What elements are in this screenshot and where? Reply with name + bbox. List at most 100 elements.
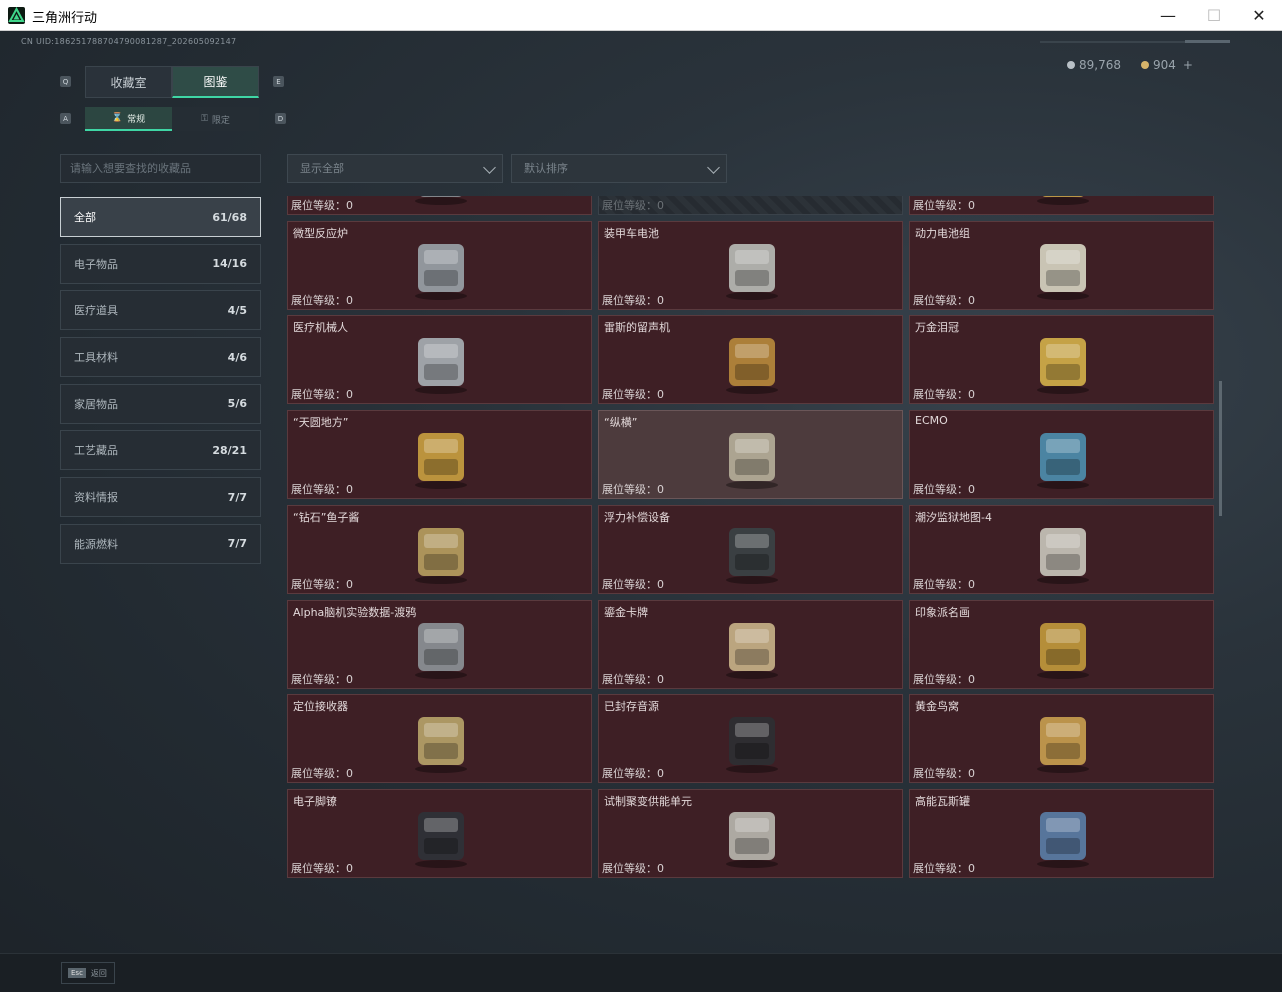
item-thumbnail-icon <box>726 243 778 300</box>
collection-card[interactable]: 黄金鸟窝 展位等级：0 <box>909 694 1214 784</box>
card-level-value: 0 <box>968 767 975 781</box>
card-level: 展位等级：0 <box>291 671 353 687</box>
collection-grid: 展位等级：0 展位等级：0 展位等级：0 微型反应炉 展位等级：0 装甲车电池 展位等级：0… <box>287 196 1214 925</box>
subtab-limited[interactable]: ⚿ 限定 <box>172 107 259 131</box>
category-label: 工具材料 <box>74 351 118 365</box>
collection-card[interactable]: 潮汐监狱地图-4 展位等级：0 <box>909 504 1214 594</box>
card-level-value: 0 <box>346 388 353 402</box>
card-name: 鎏金卡牌 <box>604 605 648 619</box>
collection-card[interactable]: 展位等级：0 <box>287 196 592 215</box>
category-count: 14/16 <box>212 257 247 271</box>
collection-card[interactable]: “天圆地方” 展位等级：0 <box>287 410 592 500</box>
collection-card[interactable]: 医疗机械人 展位等级：0 <box>287 315 592 405</box>
filter-dropdown[interactable]: 显示全部 <box>287 154 503 183</box>
card-name: ECMO <box>915 414 948 428</box>
subtab-regular[interactable]: ⌛ 常规 <box>85 107 172 131</box>
scrollbar-thumb[interactable] <box>1219 381 1222 516</box>
card-level-label: 展位等级： <box>913 861 968 875</box>
silver-coin-icon <box>1067 61 1075 69</box>
collection-card[interactable]: 微型反应炉 展位等级：0 <box>287 220 592 310</box>
card-name: 雷斯的留声机 <box>604 321 670 335</box>
card-level-label: 展位等级： <box>291 388 346 402</box>
sort-dropdown[interactable]: 默认排序 <box>511 154 727 183</box>
collection-card[interactable]: 鎏金卡牌展位等级：0 <box>598 599 903 689</box>
sort-dropdown-value: 默认排序 <box>524 162 568 175</box>
card-level: 展位等级：0 <box>913 860 975 876</box>
add-currency-button[interactable]: + <box>1183 58 1193 72</box>
gold-coin-icon <box>1141 61 1149 69</box>
collection-card[interactable]: 万金泪冠 展位等级：0 <box>909 315 1214 405</box>
card-level-value: 0 <box>346 199 353 212</box>
game-screen: CN UID:186251788704790081287_20260509214… <box>0 31 1282 992</box>
category-item[interactable]: 电子物品 14/16 <box>60 243 261 284</box>
back-label: 返回 <box>90 968 107 978</box>
collection-card[interactable]: 印象派名画 展位等级：0 <box>909 599 1214 689</box>
card-level: 展位等级：0 <box>291 860 353 876</box>
back-button[interactable]: Esc 返回 <box>61 962 115 984</box>
category-item[interactable]: 能源燃料 7/7 <box>60 523 261 564</box>
collection-card[interactable]: “钻石”鱼子酱 展位等级：0 <box>287 504 592 594</box>
collection-card[interactable]: “纵横” 展位等级：0 <box>598 410 903 500</box>
collection-card[interactable]: ECMO 展位等级：0 <box>909 410 1214 500</box>
card-level-value: 0 <box>657 293 664 307</box>
card-name: “钻石”鱼子酱 <box>293 510 360 524</box>
minimize-icon[interactable]: — <box>1145 0 1191 31</box>
card-name: 印象派名画 <box>915 605 970 619</box>
key-hint-q: Q <box>60 76 71 87</box>
category-item[interactable]: 工具材料 4/6 <box>60 337 261 378</box>
category-item[interactable]: 工艺藏品 28/21 <box>60 430 261 471</box>
card-name: 微型反应炉 <box>293 226 348 240</box>
category-label: 电子物品 <box>74 257 118 271</box>
collection-card[interactable]: 展位等级：0 <box>598 196 903 215</box>
card-name: 定位接收器 <box>293 700 348 714</box>
category-count: 28/21 <box>212 443 247 457</box>
category-item[interactable]: 医疗道具 4/5 <box>60 290 261 331</box>
item-thumbnail-icon <box>1037 243 1089 300</box>
category-item[interactable]: 资料情报 7/7 <box>60 477 261 518</box>
card-level-label: 展位等级： <box>291 199 346 212</box>
collection-card[interactable]: 雷斯的留声机 展位等级：0 <box>598 315 903 405</box>
subtab-regular-label: 常规 <box>127 114 146 125</box>
category-count: 7/7 <box>227 490 247 504</box>
item-thumbnail-icon <box>415 811 467 868</box>
category-label: 全部 <box>74 211 96 224</box>
collection-card[interactable]: 装甲车电池 展位等级：0 <box>598 220 903 310</box>
card-level-label: 展位等级： <box>602 767 657 781</box>
tab-codex[interactable]: 图鉴 <box>172 66 259 98</box>
card-level: 展位等级：0 <box>291 576 353 592</box>
collection-card[interactable]: 已封存音源 展位等级：0 <box>598 694 903 784</box>
card-level-label: 展位等级： <box>602 672 657 686</box>
collection-card[interactable]: 电子脚镣 展位等级：0 <box>287 788 592 878</box>
filter-dropdown-value: 显示全部 <box>300 162 344 175</box>
search-input[interactable]: 请输入想要查找的收藏品 <box>60 154 261 183</box>
card-level-value: 0 <box>657 577 664 591</box>
item-thumbnail-icon <box>726 622 778 679</box>
collection-card[interactable]: 动力电池组 展位等级：0 <box>909 220 1214 310</box>
collection-card[interactable]: 浮力补偿设备 展位等级：0 <box>598 504 903 594</box>
maximize-icon[interactable]: ☐ <box>1191 0 1237 31</box>
collection-card[interactable]: 试制聚变供能单元 展位等级：0 <box>598 788 903 878</box>
card-level: 展位等级：0 <box>602 860 664 876</box>
card-level-label: 展位等级： <box>602 388 657 402</box>
item-thumbnail-icon <box>726 338 778 395</box>
category-item[interactable]: 全部 61/68 <box>60 197 261 237</box>
item-thumbnail-icon <box>415 717 467 774</box>
card-level-value: 0 <box>968 483 975 497</box>
category-item[interactable]: 家居物品 5/6 <box>60 383 261 424</box>
item-thumbnail-icon <box>726 717 778 774</box>
lock-icon: ⚿ <box>201 114 208 124</box>
card-level: 展位等级：0 <box>602 671 664 687</box>
main-tabs: 收藏室 图鉴 <box>85 66 259 98</box>
chevron-down-icon <box>483 161 496 174</box>
gold-currency: 904 + <box>1141 58 1193 72</box>
item-thumbnail-icon <box>1037 717 1089 774</box>
tab-collection-room[interactable]: 收藏室 <box>85 66 172 98</box>
collection-card[interactable]: 高能瓦斯罐 展位等级：0 <box>909 788 1214 878</box>
collection-card[interactable]: 展位等级：0 <box>909 196 1214 215</box>
card-level: 展位等级：0 <box>913 197 975 213</box>
card-level: 展位等级：0 <box>291 197 353 213</box>
collection-card[interactable]: Alpha脑机实验数据-渡鸦 展位等级：0 <box>287 599 592 689</box>
item-thumbnail-icon <box>1037 527 1089 584</box>
collection-card[interactable]: 定位接收器 展位等级：0 <box>287 694 592 784</box>
close-icon[interactable]: ✕ <box>1236 0 1282 31</box>
